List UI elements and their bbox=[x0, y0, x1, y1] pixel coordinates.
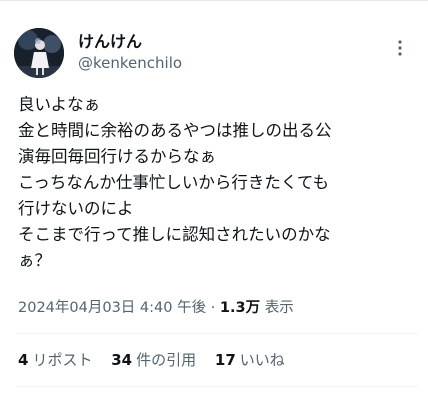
tweet-text-line: ぁ？ bbox=[18, 251, 51, 270]
views-label: 表示 bbox=[264, 300, 294, 316]
tweet-meta: 2024年04月03日 4:40 午後 · 1.3万 表示 bbox=[18, 298, 294, 318]
more-options-button[interactable] bbox=[390, 36, 410, 60]
engagement-stats: 4 リポスト 34 件の引用 17 いいね bbox=[18, 350, 299, 370]
tweet-timestamp[interactable]: 2024年04月03日 4:40 午後 bbox=[18, 300, 206, 316]
quotes-label: 件の引用 bbox=[136, 351, 197, 369]
author-handle[interactable]: @kenkenchilo bbox=[78, 53, 182, 73]
divider bbox=[18, 386, 418, 387]
reposts-count: 4 bbox=[18, 351, 29, 369]
reposts-label: リポスト bbox=[32, 351, 93, 369]
reposts-stat[interactable]: 4 リポスト bbox=[18, 350, 92, 370]
meta-separator: · bbox=[210, 300, 216, 316]
views-count: 1.3万 bbox=[219, 300, 261, 316]
tweet-header: けんけん @kenkenchilo bbox=[14, 26, 414, 84]
author-display-name[interactable]: けんけん bbox=[78, 32, 182, 52]
avatar-image bbox=[14, 28, 64, 78]
more-vertical-icon bbox=[398, 40, 402, 56]
divider bbox=[18, 333, 418, 334]
tweet-text-line: こっちなんか仕事忙しいから行きたくても bbox=[18, 173, 330, 192]
tweet-text: 良いよなぁ 金と時間に余裕のあるやつは推しの出る公 演毎回毎回行けるからなぁ こ… bbox=[18, 92, 418, 274]
author-names: けんけん @kenkenchilo bbox=[78, 32, 182, 73]
quotes-stat[interactable]: 34 件の引用 bbox=[111, 350, 196, 370]
likes-count: 17 bbox=[214, 351, 236, 369]
tweet-text-line: 金と時間に余裕のあるやつは推しの出る公 bbox=[18, 121, 332, 140]
likes-label: いいね bbox=[239, 351, 285, 369]
top-divider bbox=[0, 0, 428, 1]
avatar[interactable] bbox=[14, 28, 64, 78]
tweet-text-line: そこまで行って推しに認知されたいのかな bbox=[18, 225, 331, 244]
tweet-text-line: 行けないのによ bbox=[18, 199, 134, 218]
likes-stat[interactable]: 17 いいね bbox=[215, 350, 285, 370]
tweet-card: けんけん @kenkenchilo 良いよなぁ 金と時間に余裕のあるやつは推しの… bbox=[0, 0, 428, 400]
tweet-text-line: 演毎回毎回行けるからなぁ bbox=[18, 147, 216, 166]
quotes-count: 34 bbox=[111, 351, 133, 369]
tweet-text-line: 良いよなぁ bbox=[18, 95, 101, 114]
